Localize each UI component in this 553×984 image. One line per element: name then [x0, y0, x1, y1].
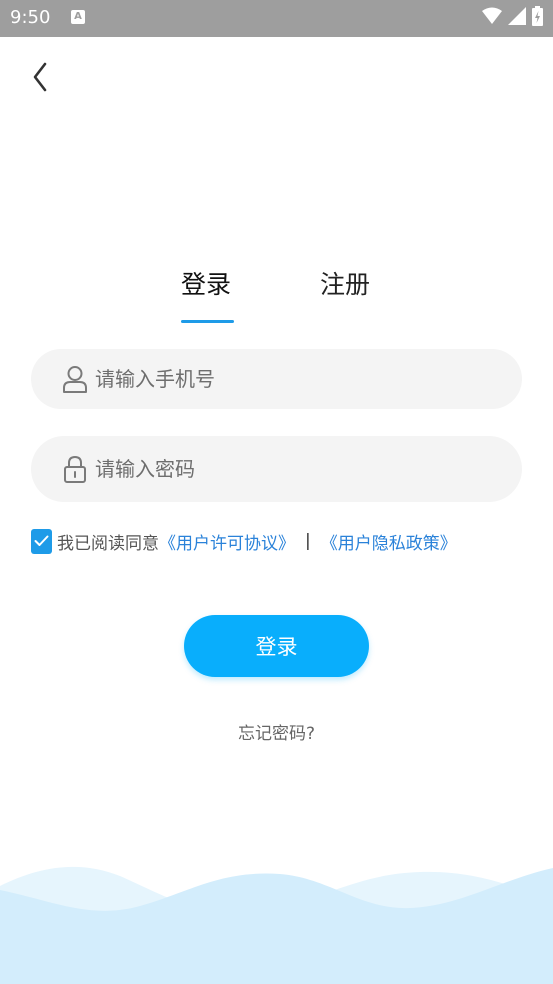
- agreement-row: 我已阅读同意 《用户许可协议》 | 《用户隐私政策》: [31, 528, 457, 554]
- privacy-policy-link[interactable]: 《用户隐私政策》: [321, 529, 457, 554]
- wave-decoration: [0, 866, 553, 984]
- agreement-separator: |: [305, 531, 311, 551]
- password-input[interactable]: [95, 449, 495, 489]
- status-bar: 9:50 A: [0, 0, 553, 37]
- phone-field-container: [31, 349, 522, 409]
- password-field-container: [31, 436, 522, 502]
- wifi-icon: [482, 7, 502, 29]
- chevron-left-icon: [30, 61, 50, 97]
- status-time: 9:50: [10, 7, 51, 28]
- battery-charging-icon: [532, 6, 543, 30]
- check-icon: [34, 535, 49, 546]
- phone-input[interactable]: [95, 359, 495, 399]
- login-button[interactable]: 登录: [184, 615, 369, 677]
- auth-tabs: 登录 注册: [0, 265, 553, 325]
- agreement-prefix: 我已阅读同意: [57, 533, 159, 554]
- status-icons: [482, 6, 543, 30]
- user-agreement-link[interactable]: 《用户许可协议》: [159, 529, 295, 554]
- a-icon: A: [71, 10, 85, 24]
- agreement-checkbox[interactable]: [31, 528, 52, 554]
- lock-icon: [61, 455, 89, 483]
- tab-register[interactable]: 注册: [320, 265, 370, 301]
- active-tab-indicator: [181, 320, 234, 323]
- forgot-password-link[interactable]: 忘记密码?: [0, 719, 553, 744]
- signal-icon: [508, 7, 526, 29]
- back-button[interactable]: [22, 60, 58, 98]
- user-icon: [61, 365, 89, 393]
- tab-login[interactable]: 登录: [181, 265, 231, 301]
